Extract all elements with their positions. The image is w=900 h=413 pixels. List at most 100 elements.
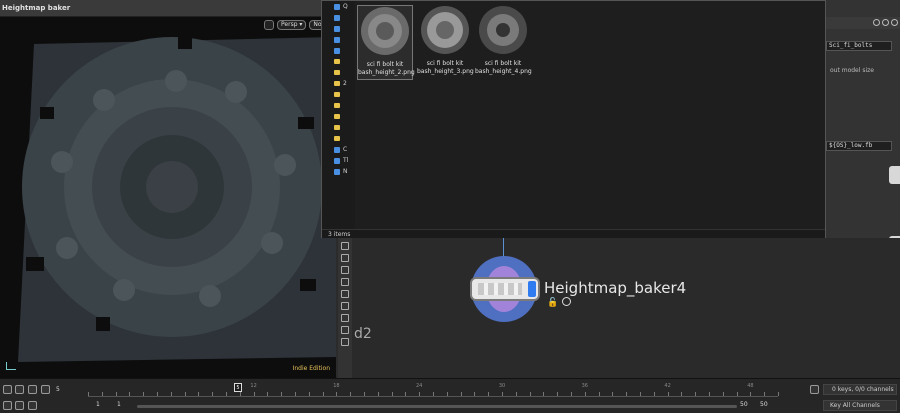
- nav-item[interactable]: 2: [322, 78, 355, 89]
- nav-item[interactable]: N: [322, 166, 355, 177]
- display-tool-icon[interactable]: [341, 338, 349, 346]
- node-hda-icon: [478, 283, 522, 295]
- ruler-tick: [598, 392, 600, 396]
- ruler-tick-label: 12: [250, 383, 257, 389]
- key-all-channels-button[interactable]: Key All Channels: [823, 400, 897, 411]
- stop-button[interactable]: [15, 385, 24, 394]
- nav-item[interactable]: [322, 56, 355, 67]
- image-icon: [334, 47, 340, 54]
- nav-item[interactable]: Tl: [322, 155, 355, 166]
- nav-item[interactable]: Q: [322, 1, 355, 12]
- ruler-tick: [502, 392, 503, 396]
- grid-tool-icon[interactable]: [341, 302, 349, 310]
- file-name-line1: sci fi bolt kit: [426, 60, 464, 67]
- side-tab-1[interactable]: [889, 166, 900, 184]
- scene-viewport[interactable]: Persp ▾ No ca Indie Edition: [0, 17, 336, 378]
- lock-icon[interactable]: [264, 20, 274, 30]
- range-slider[interactable]: [137, 405, 737, 408]
- window-title: Heightmap baker: [2, 4, 71, 12]
- realtime-toggle[interactable]: [3, 401, 12, 410]
- nav-item[interactable]: [322, 100, 355, 111]
- nav-item[interactable]: [322, 122, 355, 133]
- ruler-tick: [253, 392, 255, 396]
- file-thumbnail: [479, 6, 527, 54]
- ruler-tick: [584, 392, 586, 396]
- download-icon: [334, 25, 340, 32]
- pause-button[interactable]: [28, 385, 37, 394]
- ruler-tick: [778, 392, 779, 396]
- file-item[interactable]: sci fi bolt kit bash_height_4.png: [475, 5, 532, 76]
- file-thumbnail: [361, 7, 409, 55]
- ruler-tick: [557, 392, 559, 396]
- global-anim-options[interactable]: [28, 401, 37, 410]
- computer-icon: [334, 157, 340, 164]
- nav-item[interactable]: [322, 45, 355, 56]
- frame-ruler[interactable]: 5 12 18 24 30 36 42 48: [88, 383, 779, 397]
- ruler-tick: [626, 392, 628, 396]
- ruler-tick: [239, 392, 241, 396]
- nav-item[interactable]: [322, 23, 355, 34]
- play-reverse-button[interactable]: [3, 385, 12, 394]
- nav-pane: Q 2 C Tl N: [322, 1, 355, 229]
- node-name-field[interactable]: Sci_fi_bolts: [826, 41, 892, 51]
- desktop-icon: [334, 14, 340, 21]
- end-frame-field[interactable]: 50: [760, 401, 768, 408]
- nav-item[interactable]: [322, 12, 355, 23]
- file-item[interactable]: sci fi bolt kit bash_height_2.png: [357, 5, 415, 80]
- unlock-icon[interactable]: 🔓: [547, 298, 558, 308]
- ruler-tick: [640, 392, 641, 396]
- abc-tool-icon[interactable]: [341, 278, 349, 286]
- nav-item[interactable]: [322, 133, 355, 144]
- playback-end-field[interactable]: 50: [740, 401, 748, 408]
- ruler-tick: [212, 392, 214, 396]
- start-frame-field[interactable]: 1: [96, 401, 100, 408]
- ruler-tick-label: 36: [581, 383, 588, 389]
- gear-icon[interactable]: [873, 19, 880, 26]
- nav-item[interactable]: [322, 89, 355, 100]
- display-flag[interactable]: [528, 281, 536, 297]
- nav-item[interactable]: [322, 67, 355, 78]
- ruler-tick: [515, 392, 517, 396]
- heightmap-baker-node[interactable]: [470, 277, 540, 301]
- partial-node-label: d2: [354, 326, 372, 342]
- indie-edition-watermark: Indie Edition: [292, 365, 330, 372]
- ruler-tick: [709, 392, 710, 396]
- image-tool-icon[interactable]: [341, 290, 349, 298]
- parameter-toolbar: [826, 17, 900, 29]
- ruler-tick: [695, 392, 697, 396]
- ruler-tick: [157, 392, 158, 396]
- ruler-tick: [226, 392, 227, 396]
- ruler-tick: [722, 392, 724, 396]
- info-tool-icon[interactable]: [341, 314, 349, 322]
- loop-toggle[interactable]: [15, 401, 24, 410]
- nav-item[interactable]: C: [322, 144, 355, 155]
- ruler-tick: [88, 392, 89, 396]
- file-item[interactable]: sci fi bolt kit bash_height_3.png: [417, 5, 474, 76]
- info-icon[interactable]: [891, 19, 898, 26]
- playback-start-field[interactable]: 1: [117, 401, 121, 408]
- ruler-tick: [129, 392, 131, 396]
- ruler-tick: [322, 392, 324, 396]
- ruler-tick: [364, 392, 365, 396]
- ruler-tick: [750, 392, 752, 396]
- help-icon[interactable]: [882, 19, 889, 26]
- folder-icon: [334, 81, 340, 86]
- nav-item[interactable]: [322, 111, 355, 122]
- folder-icon: [334, 103, 340, 108]
- wire-tool-icon[interactable]: [341, 254, 349, 262]
- audio-icon[interactable]: [810, 385, 819, 394]
- low-poly-path-field[interactable]: ${OS}_low.fb: [826, 141, 892, 151]
- skip-end-button[interactable]: [41, 385, 50, 394]
- nav-item[interactable]: [322, 34, 355, 45]
- playhead[interactable]: 5: [234, 383, 242, 392]
- current-frame-field[interactable]: 5: [56, 386, 60, 393]
- folder-icon: [334, 59, 340, 64]
- playbar: 5 5 12 18 24 30 36 42 48 0 keys, 0/0 channels …: [0, 378, 900, 413]
- network-editor[interactable]: [352, 238, 900, 378]
- ruler-tick: [308, 392, 310, 396]
- perspective-menu[interactable]: Persp ▾: [277, 20, 307, 30]
- select-tool-icon[interactable]: [341, 242, 349, 250]
- palette-tool-icon[interactable]: [341, 326, 349, 334]
- ruler-tick: [391, 392, 393, 396]
- box-tool-icon[interactable]: [341, 266, 349, 274]
